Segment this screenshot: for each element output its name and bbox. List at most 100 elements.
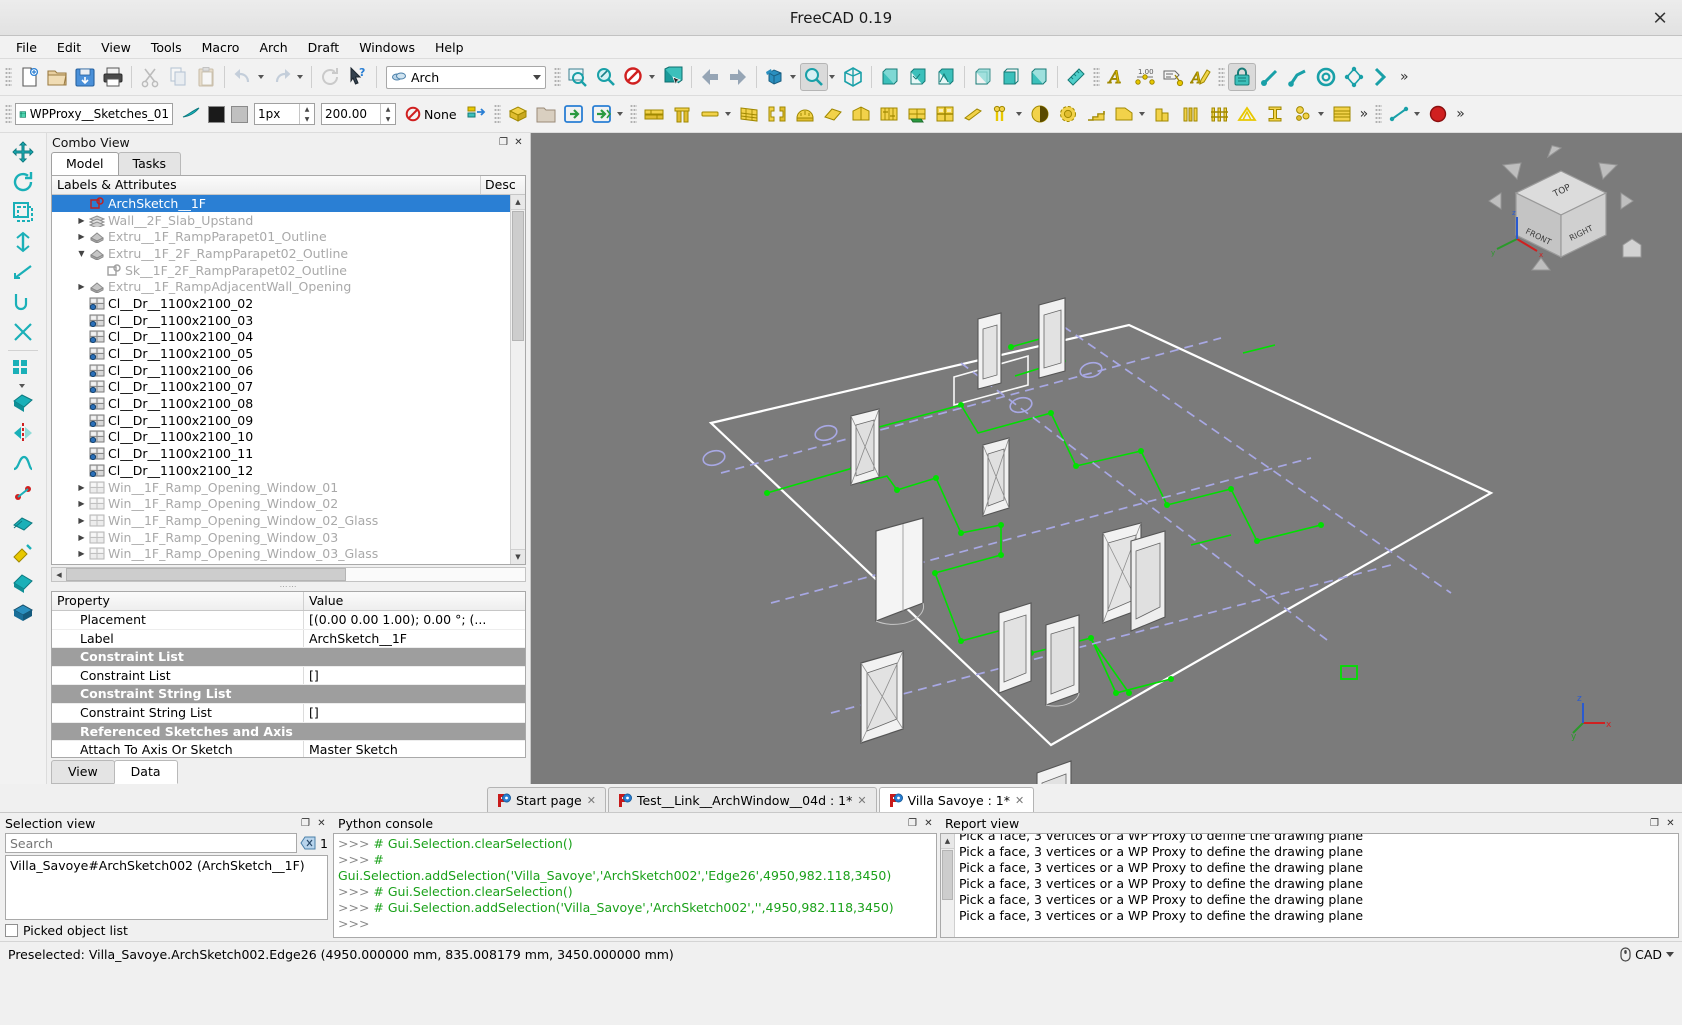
arch-export-icon[interactable]: [588, 100, 616, 128]
report-view-output[interactable]: ▲ Pick a face, 3 vertices or a WP Proxy …: [940, 833, 1679, 938]
draft-snap-line-icon[interactable]: [1385, 100, 1413, 128]
python-console-output[interactable]: >>> # Gui.Selection.clearSelection() >>> …: [333, 833, 937, 938]
arch-schedule-icon[interactable]: [1328, 100, 1356, 128]
arch-truss-icon[interactable]: [1233, 100, 1261, 128]
annotation-style-icon[interactable]: A: [1187, 63, 1215, 91]
copy-icon[interactable]: [164, 63, 192, 91]
arch-space-icon[interactable]: [1054, 100, 1082, 128]
polyline-icon[interactable]: [1284, 63, 1312, 91]
chevron-down-icon[interactable]: [533, 74, 541, 80]
tree-item[interactable]: Cl__Dr__1100x2100_05: [52, 345, 510, 362]
arch-wall-icon[interactable]: [504, 100, 532, 128]
tree-vertical-scrollbar[interactable]: ▲ ▼: [510, 195, 525, 564]
close-panel-icon[interactable]: ✕: [315, 817, 328, 830]
new-document-icon[interactable]: [15, 63, 43, 91]
std-views-icon[interactable]: [761, 63, 789, 91]
chevron-right-icon[interactable]: ▶: [75, 483, 88, 492]
tree-item[interactable]: ▼ Extru__1F_2F_RampParapet02_Outline: [52, 245, 510, 262]
arch-stairs-icon[interactable]: [1082, 100, 1110, 128]
tree-item[interactable]: Cl__Dr__1100x2100_04: [52, 329, 510, 346]
line-icon[interactable]: [1256, 63, 1284, 91]
zoom-dropdown-icon[interactable]: [829, 75, 835, 79]
undo-dropdown-icon[interactable]: [258, 75, 264, 79]
dimension-icon[interactable]: 1.00: [1131, 63, 1159, 91]
scroll-thumb[interactable]: [942, 850, 953, 900]
refresh-icon[interactable]: [316, 63, 344, 91]
print-document-icon[interactable]: [99, 63, 127, 91]
close-tab-icon[interactable]: ✕: [857, 794, 866, 807]
chevron-right-icon[interactable]: ▶: [75, 232, 88, 241]
tab-data[interactable]: Data: [113, 760, 178, 784]
toolbar-grip[interactable]: [1375, 104, 1383, 124]
text-size-up-icon[interactable]: ▲: [381, 104, 395, 114]
toolbar-overflow-icon[interactable]: »: [1396, 69, 1413, 85]
arch-structure-icon[interactable]: [668, 100, 696, 128]
tree-item[interactable]: ArchSketch__1F: [52, 195, 510, 212]
menu-draft[interactable]: Draft: [298, 38, 350, 57]
std-views-dropdown-icon[interactable]: [790, 75, 796, 79]
workbench-selector[interactable]: Arch: [386, 65, 546, 89]
close-tab-icon[interactable]: ✕: [587, 794, 596, 807]
close-panel-icon[interactable]: ✕: [512, 136, 525, 149]
fit-selection-icon[interactable]: [592, 63, 620, 91]
doc-tab-start-page[interactable]: Start page ✕: [487, 787, 606, 812]
measure-icon[interactable]: [1062, 63, 1090, 91]
bottom-view-icon[interactable]: [997, 63, 1025, 91]
tree-item[interactable]: ▶ Win__1F_Ramp_Opening_Window_02_Glass: [52, 512, 510, 529]
menu-help[interactable]: Help: [425, 38, 474, 57]
property-header-property[interactable]: Property: [52, 592, 304, 610]
float-panel-icon[interactable]: ❐: [497, 136, 510, 149]
tree-item[interactable]: ▶ Win__1F_Ramp_Opening_Window_03: [52, 529, 510, 546]
open-document-icon[interactable]: [43, 63, 71, 91]
line-width-up-icon[interactable]: ▲: [300, 104, 314, 114]
property-value[interactable]: [(0.00 0.00 1.00); 0.00 °; (...: [304, 611, 525, 629]
window-close-button[interactable]: ×: [1652, 8, 1668, 27]
chevron-right-icon[interactable]: ▶: [75, 216, 88, 225]
draft-mirror-icon[interactable]: [6, 418, 40, 448]
property-value[interactable]: ArchSketch__1F: [304, 630, 525, 648]
picked-object-list-checkbox[interactable]: [5, 924, 18, 937]
tree-item[interactable]: ▶ Wall__2F_Slab_Upstand: [52, 212, 510, 229]
line-color-swatch[interactable]: [208, 105, 225, 123]
left-view-icon[interactable]: [1025, 63, 1053, 91]
zoom-box-icon[interactable]: [800, 63, 828, 91]
scroll-left-icon[interactable]: ◀: [52, 568, 66, 581]
list-item[interactable]: Villa_Savoye#ArchSketch002 (ArchSketch__…: [10, 858, 323, 873]
working-plane-proxy-field[interactable]: WPProxy__Sketches_01: [15, 103, 173, 125]
toolbar-grip[interactable]: [554, 67, 561, 87]
menu-edit[interactable]: Edit: [47, 38, 91, 57]
tree-item[interactable]: Cl__Dr__1100x2100_03: [52, 312, 510, 329]
selection-view-icon[interactable]: [659, 63, 687, 91]
report-scrollbar[interactable]: ▲: [941, 834, 955, 937]
tree-header-labels[interactable]: Labels & Attributes: [52, 176, 481, 194]
fit-all-icon[interactable]: [564, 63, 592, 91]
tree-item[interactable]: ▶ Win__1F_Ramp_Opening_Window_03_Glass: [52, 545, 510, 562]
close-tab-icon[interactable]: ✕: [1015, 794, 1024, 807]
scroll-up-icon[interactable]: ▲: [511, 195, 525, 210]
draft-split-icon[interactable]: [6, 317, 40, 347]
front-view-icon[interactable]: [876, 63, 904, 91]
toolbar-grip[interactable]: [1093, 67, 1100, 87]
paste-icon[interactable]: [192, 63, 220, 91]
arch-beam-dropdown-icon[interactable]: [724, 112, 731, 116]
face-color-swatch[interactable]: [231, 105, 248, 123]
top-view-icon[interactable]: [904, 63, 932, 91]
scroll-down-icon[interactable]: ▼: [511, 549, 525, 564]
menu-view[interactable]: View: [91, 38, 141, 57]
tab-tasks[interactable]: Tasks: [117, 152, 182, 175]
toolbar-grip[interactable]: [5, 67, 12, 87]
menu-file[interactable]: File: [6, 38, 47, 57]
draft-trimex-icon[interactable]: [6, 227, 40, 257]
text-size-stepper[interactable]: ▲▼: [321, 103, 396, 125]
scroll-up-icon[interactable]: ▲: [941, 834, 954, 849]
tree-horizontal-scrollbar[interactable]: ◀: [51, 567, 526, 582]
text-size-down-icon[interactable]: ▼: [381, 114, 395, 124]
scroll-thumb[interactable]: [512, 211, 524, 341]
tree-item[interactable]: Cl__Dr__1100x2100_08: [52, 395, 510, 412]
menu-tools[interactable]: Tools: [141, 38, 192, 57]
draft-rotate-icon[interactable]: [6, 167, 40, 197]
draft-array-icon[interactable]: [6, 354, 40, 384]
draft-wire-to-bspline-icon[interactable]: [6, 448, 40, 478]
autogroup-selector[interactable]: None: [405, 106, 457, 122]
arch-export-dropdown-icon[interactable]: [616, 112, 623, 116]
